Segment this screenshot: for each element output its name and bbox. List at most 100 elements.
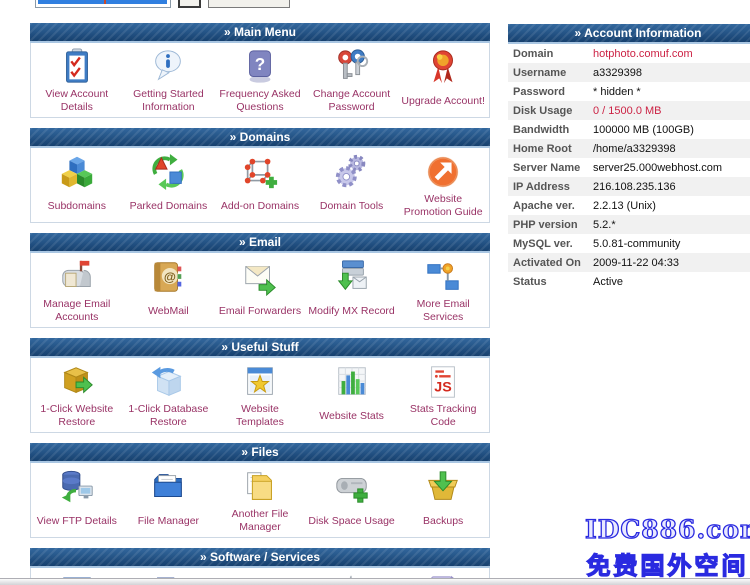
account-row-value: 5.2.* [593,219,616,231]
section-header-domains: » Domains [30,128,490,148]
account-row-label: Username [508,67,593,79]
menu-item-label: Stats Tracking Code [397,402,489,430]
menu-item-view-account-details[interactable]: View Account Details [31,45,123,115]
domain-input[interactable] [35,0,171,8]
account-row-label: Home Root [508,143,593,155]
another-file-manager-icon [241,465,279,507]
stats-tracking-code-icon: JS [424,360,462,402]
account-row-php-version: PHP version5.2.* [508,215,750,234]
addon-domains-icon [241,150,279,192]
menu-item-upgrade-account[interactable]: Upgrade Account! [397,45,489,115]
menu-item-another-file-manager[interactable]: Another File Manager [214,465,306,535]
account-information-panel: » Account Information Domainhotphoto.com… [508,24,750,291]
account-row-username: Usernamea3329398 [508,63,750,82]
account-row-value: 5.0.81-community [593,238,680,250]
account-row-label: Disk Usage [508,105,593,117]
menu-item-label: Change Account Password [306,87,398,115]
menu-item-manage-email-accounts[interactable]: Manage Email Accounts [31,255,123,325]
account-row-value: server25.000webhost.com [593,162,722,174]
account-domain-link[interactable]: hotphoto.comuf.com [593,48,693,60]
menu-item-disk-space-usage[interactable]: Disk Space Usage [306,465,398,535]
watermark: IDC886.com 免费国外空间 [585,515,750,581]
menu-item-modify-mx-record[interactable]: Modify MX Record [306,255,398,325]
menu-item-label: Getting Started Information [123,87,215,115]
account-row-disk-usage: Disk Usage0 / 1500.0 MB [508,101,750,120]
section-header-email: » Email [30,233,490,253]
more-email-services-icon [424,255,462,297]
menu-item-label: Another File Manager [214,507,306,535]
menu-item-domain-tools[interactable]: Domain Tools [306,150,398,220]
account-row-status: StatusActive [508,272,750,291]
menu-item-label: View Account Details [31,87,123,115]
getting-started-information-icon [149,45,187,87]
section-files: » Files View FTP Details File Manager Anoth… [30,443,490,538]
menu-item-subdomains[interactable]: Subdomains [31,150,123,220]
subdomains-icon [58,150,96,192]
section-body: 1-Click Website Restore1-Click Database … [30,358,490,433]
menu-item-1-click-database-restore[interactable]: 1-Click Database Restore [123,360,215,430]
account-row-server-name: Server Nameserver25.000webhost.com [508,158,750,177]
account-row-value: 2.2.13 (Unix) [593,200,656,212]
menu-item-website-promotion-guide[interactable]: Website Promotion Guide [397,150,489,220]
menu-item-label: Domain Tools [318,192,385,220]
website-stats-icon [333,360,371,402]
upgrade-account-icon [424,45,462,87]
menu-column: » Main MenuView Account DetailsGetting S… [30,23,490,585]
section-header-files: » Files [30,443,490,463]
menu-item-label: Disk Space Usage [306,507,396,535]
menu-item-label: File Manager [136,507,201,535]
menu-item-website-stats[interactable]: Website Stats [306,360,398,430]
change-account-password-icon [333,45,371,87]
svg-text:?: ? [255,55,265,74]
menu-item-getting-started-information[interactable]: Getting Started Information [123,45,215,115]
menu-item-backups[interactable]: Backups [397,465,489,535]
account-row-ip-address: IP Address216.108.235.136 [508,177,750,196]
webmail-icon: @ [149,255,187,297]
disk-space-usage-icon [333,465,371,507]
account-row-apache-ver: Apache ver.2.2.13 (Unix) [508,196,750,215]
menu-item-label: Modify MX Record [306,297,396,325]
menu-item-stats-tracking-code[interactable]: JS Stats Tracking Code [397,360,489,430]
website-templates-icon [241,360,279,402]
account-row-label: Apache ver. [508,200,593,212]
menu-item-label: Frequency Asked Questions [214,87,306,115]
menu-item-1-click-website-restore[interactable]: 1-Click Website Restore [31,360,123,430]
account-row-label: Status [508,276,593,288]
website-promotion-guide-icon [424,150,462,192]
section-header-useful-stuff: » Useful Stuff [30,338,490,358]
account-row-label: Activated On [508,257,593,269]
view-ftp-details-icon [58,465,96,507]
text-selection-highlight [38,0,167,4]
menu-item-website-templates[interactable]: Website Templates [214,360,306,430]
menu-item-webmail[interactable]: @WebMail [123,255,215,325]
menu-item-frequency-asked-questions[interactable]: ? Frequency Asked Questions [214,45,306,115]
create-new-button[interactable]: Create New [208,0,290,8]
account-row-value: Active [593,276,623,288]
account-row-activated-on: Activated On2009-11-22 04:33 [508,253,750,272]
account-row-value: 0 / 1500.0 MB [593,105,662,117]
account-information-header: » Account Information [508,24,750,44]
section-body: Manage Email Accounts@WebMailEmail Forwa… [30,253,490,328]
svg-text:JS: JS [434,380,451,396]
section-email: » EmailManage Email Accounts@WebMailEmai… [30,233,490,328]
menu-item-label: Website Promotion Guide [397,192,489,220]
account-row-password: Password* hidden * [508,82,750,101]
menu-item-file-manager[interactable]: File Manager [123,465,215,535]
bottom-scrollbar[interactable] [0,578,750,585]
menu-item-email-forwarders[interactable]: Email Forwarders [214,255,306,325]
account-row-bandwidth: Bandwidth100000 MB (100GB) [508,120,750,139]
menu-item-add-on-domains[interactable]: Add-on Domains [214,150,306,220]
menu-item-change-account-password[interactable]: Change Account Password [306,45,398,115]
menu-item-label: View FTP Details [35,507,119,535]
hosting-control-panel: Go Create New » Main MenuView Account De… [0,0,750,585]
section-body: View FTP Details File Manager Another File… [30,463,490,538]
menu-item-parked-domains[interactable]: Parked Domains [123,150,215,220]
menu-item-label: Website Stats [317,402,386,430]
modify-mx-record-icon [333,255,371,297]
section-body: View Account DetailsGetting Started Info… [30,43,490,118]
menu-item-more-email-services[interactable]: More Email Services [397,255,489,325]
go-button[interactable]: Go [178,0,201,8]
account-row-home-root: Home Root/home/a3329398 [508,139,750,158]
menu-item-view-ftp-details[interactable]: View FTP Details [31,465,123,535]
account-row-value: 100000 MB (100GB) [593,124,694,136]
